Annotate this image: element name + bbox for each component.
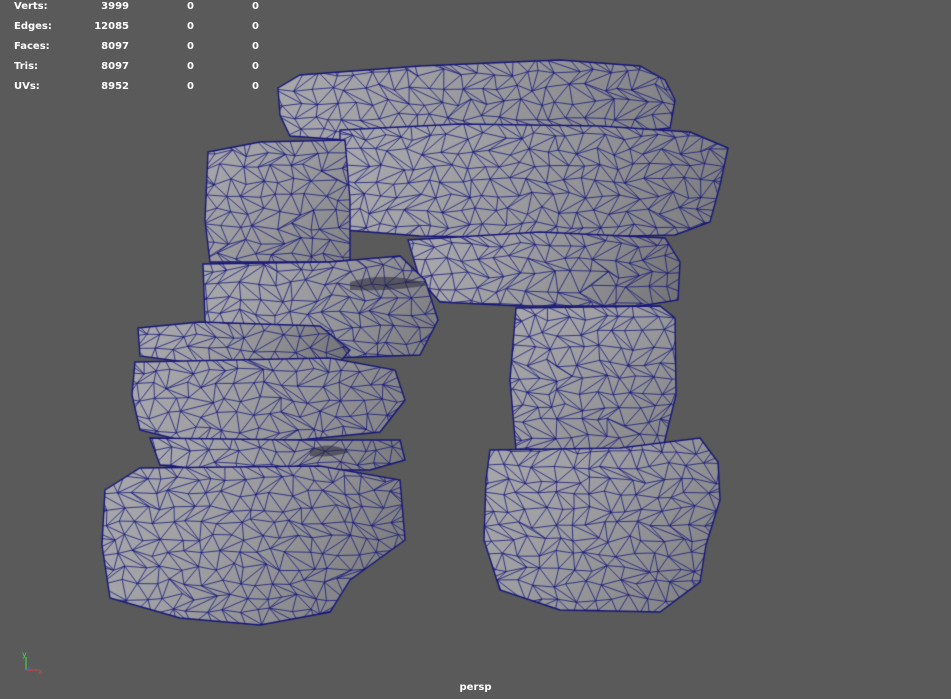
- hud-label: Verts:: [14, 1, 48, 12]
- hud-value-selected: 0: [187, 1, 194, 12]
- perspective-viewport[interactable]: Verts: 3999 0 0 Edges: 12085 0 0 Faces: …: [0, 0, 951, 699]
- axis-gizmo-icon: y x: [22, 650, 43, 676]
- hud-value-component: 0: [252, 1, 259, 12]
- hud-label: Edges:: [14, 21, 52, 32]
- rock-arch-mesh-wireframe[interactable]: [0, 0, 951, 699]
- hud-label: UVs:: [14, 81, 40, 92]
- hud-value-component: 0: [252, 81, 259, 92]
- hud-value-component: 0: [252, 41, 259, 52]
- x-axis-label: x: [38, 667, 43, 676]
- hud-value-selected: 0: [187, 61, 194, 72]
- hud-value-component: 0: [252, 61, 259, 72]
- hud-value-object: 8097: [101, 61, 129, 72]
- hud-row-tris: Tris: 8097 0 0: [14, 60, 264, 80]
- hud-value-selected: 0: [187, 21, 194, 32]
- hud-row-verts: Verts: 3999 0 0: [14, 0, 264, 20]
- hud-label: Tris:: [14, 61, 39, 72]
- poly-count-hud: Verts: 3999 0 0 Edges: 12085 0 0 Faces: …: [14, 0, 264, 100]
- hud-value-object: 8952: [101, 81, 129, 92]
- hud-row-uvs: UVs: 8952 0 0: [14, 80, 264, 100]
- hud-value-object: 12085: [94, 21, 129, 32]
- hud-label: Faces:: [14, 41, 50, 52]
- hud-value-selected: 0: [187, 41, 194, 52]
- hud-value-component: 0: [252, 21, 259, 32]
- hud-value-object: 8097: [101, 41, 129, 52]
- camera-name-label: persp: [459, 682, 492, 693]
- hud-row-faces: Faces: 8097 0 0: [14, 40, 264, 60]
- hud-value-selected: 0: [187, 81, 194, 92]
- y-axis-label: y: [22, 650, 27, 659]
- hud-row-edges: Edges: 12085 0 0: [14, 20, 264, 40]
- hud-value-object: 3999: [101, 1, 129, 12]
